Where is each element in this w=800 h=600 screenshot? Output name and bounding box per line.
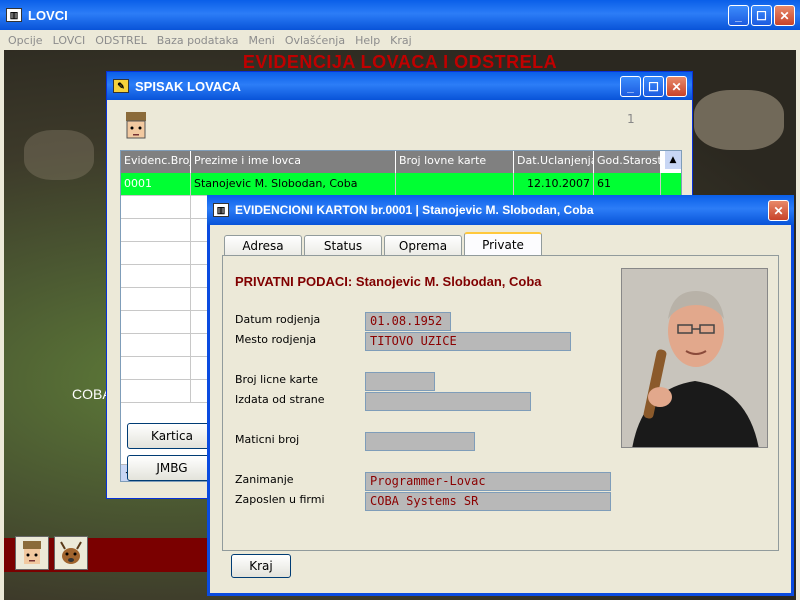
spisak-minimize-button[interactable]: _: [620, 76, 641, 97]
hunter-photo: [621, 268, 768, 448]
menu-odstrel[interactable]: ODSTREL: [91, 34, 153, 47]
izdata-field[interactable]: [365, 392, 531, 411]
col-karta[interactable]: Broj lovne karte: [396, 151, 514, 173]
menu-opcije[interactable]: Opcije: [4, 34, 49, 47]
spisak-close-button[interactable]: ✕: [666, 76, 687, 97]
tab-oprema[interactable]: Oprema: [384, 235, 462, 255]
scroll-up-icon[interactable]: ▲: [665, 151, 681, 169]
karton-close-button[interactable]: ✕: [768, 200, 789, 221]
menu-baza[interactable]: Baza podataka: [153, 34, 245, 47]
spisak-title: SPISAK LOVACA: [135, 78, 241, 94]
label-zaposlen: Zaposlen u firmi: [235, 493, 325, 506]
zanimanje-field[interactable]: Programmer-Lovac: [365, 472, 611, 491]
cell-god: 61: [594, 173, 661, 195]
deer-icon[interactable]: [54, 536, 88, 570]
datum-rodjenja-field[interactable]: 01.08.1952: [365, 312, 451, 331]
hunter-avatar-icon: [121, 110, 151, 142]
karton-titlebar: ▥ EVIDENCIONI KARTON br.0001 | Stanojevi…: [207, 195, 794, 225]
table-header: Evidenc.Broj Prezime i ime lovca Broj lo…: [121, 151, 681, 173]
record-counter: 1: [627, 112, 635, 126]
main-heading: EVIDENCIJA LOVACA I ODSTRELA: [242, 52, 558, 72]
col-evid[interactable]: Evidenc.Broj: [121, 151, 192, 173]
label-datum-rodjenja: Datum rodjenja: [235, 313, 321, 326]
kartica-button[interactable]: Kartica: [127, 423, 217, 449]
spisak-titlebar: ✎ SPISAK LOVACA _ ☐ ✕: [107, 72, 692, 100]
label-izdata: Izdata od strane: [235, 393, 325, 406]
app-icon: ▥: [6, 8, 22, 22]
main-title: LOVCI: [28, 7, 68, 23]
tab-adresa[interactable]: Adresa: [224, 235, 302, 255]
mesto-rodjenja-field[interactable]: TITOVO UZICE: [365, 332, 571, 351]
cell-evid: 0001: [121, 173, 191, 195]
hunter-face-icon[interactable]: [15, 536, 49, 570]
cell-karta: [396, 173, 514, 195]
app-icon: ▥: [213, 203, 229, 217]
list-icon: ✎: [113, 79, 129, 93]
main-titlebar: ▥ LOVCI _ ☐ ✕: [0, 0, 800, 30]
cell-datum: 12.10.2007: [514, 173, 594, 195]
close-button[interactable]: ✕: [774, 5, 795, 26]
menu-help[interactable]: Help: [351, 34, 386, 47]
private-tab-panel: PRIVATNI PODACI: Stanojevic M. Slobodan,…: [222, 255, 779, 551]
label-maticni: Maticni broj: [235, 433, 300, 446]
col-god[interactable]: God.Starosti: [594, 151, 665, 173]
evidencioni-karton-window: ▥ EVIDENCIONI KARTON br.0001 | Stanojevi…: [207, 195, 794, 596]
broj-licne-field[interactable]: [365, 372, 435, 391]
table-row[interactable]: 0001 Stanojevic M. Slobodan, Coba 12.10.…: [121, 173, 681, 196]
label-mesto-rodjenja: Mesto rodjenja: [235, 333, 317, 346]
menu-lovci[interactable]: LOVCI: [49, 34, 92, 47]
jmbg-button[interactable]: JMBG: [127, 455, 217, 481]
minimize-button[interactable]: _: [728, 5, 749, 26]
kraj-button[interactable]: Kraj: [231, 554, 291, 578]
menu-meni[interactable]: Meni: [245, 34, 281, 47]
spisak-maximize-button[interactable]: ☐: [643, 76, 664, 97]
cell-ime: Stanojevic M. Slobodan, Coba: [191, 173, 396, 195]
menu-ovlascenja[interactable]: Ovlašćenja: [281, 34, 351, 47]
label-broj-licne: Broj licne karte: [235, 373, 319, 386]
tab-strip: Adresa Status Oprema Private: [224, 232, 544, 255]
maximize-button[interactable]: ☐: [751, 5, 772, 26]
menu-bar: Opcije LOVCI ODSTREL Baza podataka Meni …: [4, 30, 796, 50]
tab-private[interactable]: Private: [464, 232, 542, 255]
col-ime[interactable]: Prezime i ime lovca: [191, 151, 396, 173]
section-title: PRIVATNI PODACI: Stanojevic M. Slobodan,…: [235, 274, 542, 289]
karton-title: EVIDENCIONI KARTON br.0001 | Stanojevic …: [235, 203, 594, 217]
menu-kraj[interactable]: Kraj: [386, 34, 418, 47]
maticni-field[interactable]: [365, 432, 475, 451]
zaposlen-field[interactable]: COBA Systems SR: [365, 492, 611, 511]
tab-status[interactable]: Status: [304, 235, 382, 255]
col-datum[interactable]: Dat.Uclanjenja: [514, 151, 597, 173]
label-zanimanje: Zanimanje: [235, 473, 294, 486]
